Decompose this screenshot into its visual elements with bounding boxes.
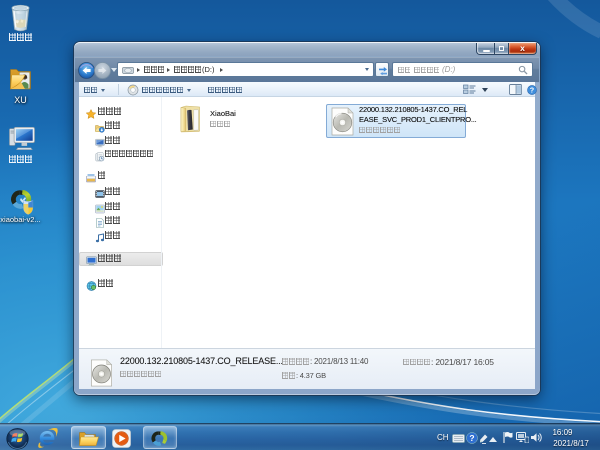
svg-text:?: ? xyxy=(530,85,535,94)
svg-text:?: ? xyxy=(469,433,474,443)
